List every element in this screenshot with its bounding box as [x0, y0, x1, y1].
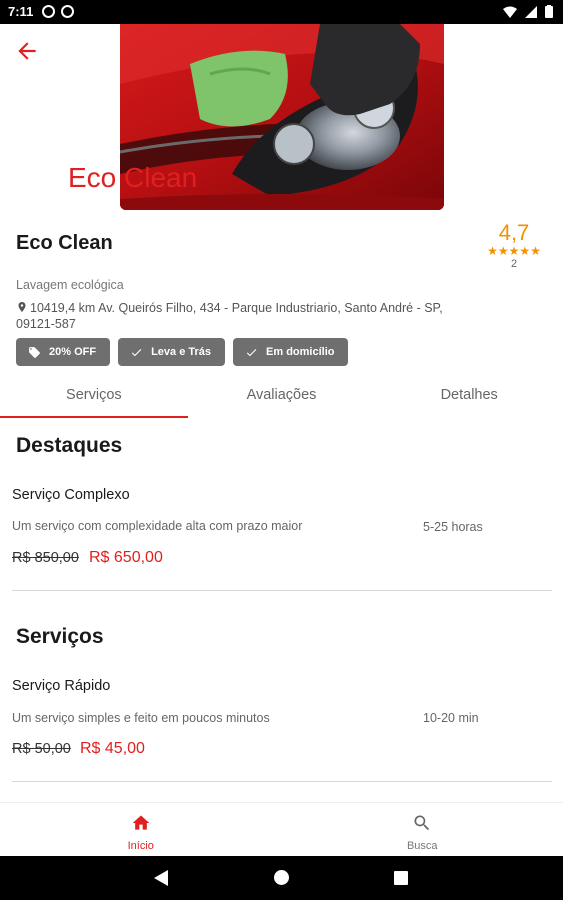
feature-tags: 20% OFF Leva e Trás Em domicílio [16, 338, 349, 366]
status-notification-icons [42, 5, 74, 18]
arrow-back-icon [18, 42, 36, 60]
notification-icon [42, 5, 55, 18]
tag-home-service: Em domicílio [233, 338, 349, 366]
service-duration: 5-25 horas [423, 520, 483, 534]
tab-bar: Serviços Avaliações Detalhes [0, 376, 563, 420]
check-icon [246, 348, 257, 356]
tag-icon [29, 346, 40, 358]
section-title-highlights: Destaques [16, 434, 123, 457]
status-time: 7:11 [8, 4, 34, 19]
tag-pickup: Leva e Trás [118, 338, 226, 366]
divider [12, 781, 552, 782]
rating-block[interactable]: 4,7 ★★★★★ 2 [481, 220, 547, 270]
system-back-icon[interactable] [154, 870, 168, 886]
service-description: Um serviço com complexidade alta com pra… [12, 519, 303, 533]
system-recents-icon[interactable] [394, 871, 408, 885]
tab-details[interactable]: Detalhes [375, 376, 563, 420]
section-title-services: Serviços [16, 625, 104, 648]
tag-label: Leva e Trás [151, 346, 212, 358]
location-pin-icon [18, 302, 26, 312]
rating-stars-icon: ★★★★★ [487, 244, 541, 258]
shop-address: 10419,4 km Av. Queirós Filho, 434 - Parq… [16, 300, 466, 332]
shop-name: Eco Clean [16, 232, 113, 254]
nav-home[interactable]: Início [0, 803, 282, 856]
nav-label: Busca [406, 840, 438, 852]
service-duration: 10-20 min [423, 711, 479, 725]
tag-label: 20% OFF [49, 346, 97, 358]
home-icon [132, 815, 150, 830]
address-text: 10419,4 km Av. Queirós Filho, 434 - Parq… [16, 301, 443, 331]
tag-label: Em domicílio [266, 346, 335, 358]
nav-search[interactable]: Busca [282, 803, 563, 856]
system-navigation-bar [0, 856, 563, 900]
status-system-icons [503, 5, 553, 18]
signal-icon [525, 5, 537, 18]
service-name: Serviço Rápido [12, 678, 111, 694]
bottom-navigation: Início Busca [0, 802, 563, 856]
tab-reviews[interactable]: Avaliações [188, 376, 376, 420]
shop-category: Lavagem ecológica [16, 278, 124, 292]
nav-label: Início [127, 840, 154, 852]
rating-count: 2 [510, 258, 518, 270]
hero-title: Eco Clean [68, 162, 198, 193]
tag-discount: 20% OFF [16, 338, 111, 366]
back-button[interactable] [14, 38, 40, 64]
old-price: R$ 50,00 [12, 741, 71, 757]
check-icon [131, 348, 142, 356]
status-bar: 7:11 [0, 0, 563, 24]
service-name: Serviço Complexo [12, 487, 130, 503]
new-price: R$ 45,00 [80, 740, 145, 757]
service-description: Um serviço simples e feito em poucos min… [12, 711, 270, 725]
divider [12, 590, 552, 591]
sync-icon [61, 5, 74, 18]
battery-icon [545, 5, 553, 18]
rating-value: 4,7 [498, 220, 530, 245]
tab-services[interactable]: Serviços [0, 376, 188, 420]
new-price: R$ 650,00 [89, 549, 163, 566]
search-icon [414, 815, 430, 831]
wifi-icon [503, 6, 517, 18]
system-home-icon[interactable] [274, 870, 289, 885]
old-price: R$ 850,00 [12, 550, 79, 566]
